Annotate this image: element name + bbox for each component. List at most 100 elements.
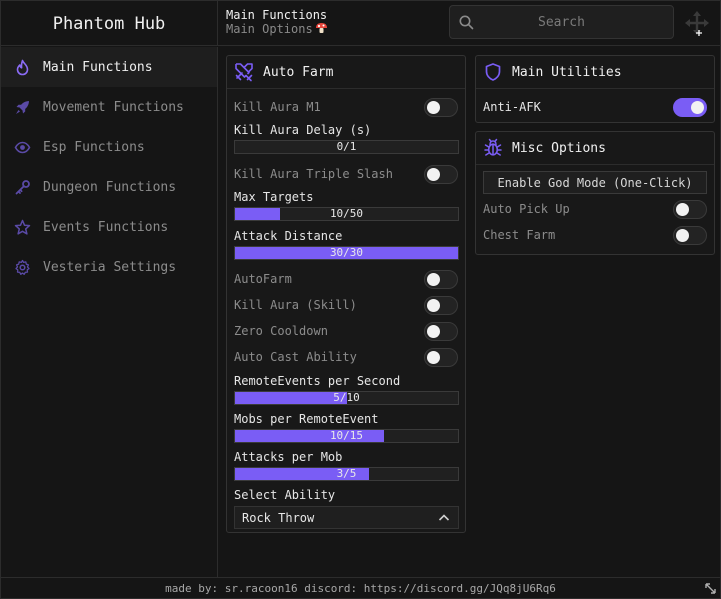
max-targets-label: Max Targets (234, 190, 314, 204)
auto-farm-panel: Auto Farm Kill Aura M1 Kill Aura Delay (… (226, 55, 466, 533)
sidebar-item-esp-functions[interactable]: Esp Functions (1, 127, 217, 167)
slider-value: 10/15 (329, 429, 364, 442)
bug-icon (484, 138, 502, 156)
header: Phantom Hub Main Functions Main Options … (1, 1, 720, 46)
mobs-per-remote-label: Mobs per RemoteEvent (234, 412, 379, 426)
max-targets-slider[interactable]: 10/50 (234, 207, 459, 221)
toggle-knob (427, 168, 440, 181)
toggle-knob (427, 273, 440, 286)
sidebar-item-dungeon-functions[interactable]: Dungeon Functions (1, 167, 217, 207)
kill-aura-skill-toggle[interactable] (424, 296, 458, 315)
main-utilities-panel: Main Utilities Anti-AFK (475, 55, 715, 123)
footer-credit: made by: sr.racoon16 discord: https://di… (165, 581, 556, 595)
remote-events-slider[interactable]: 5/10 (234, 391, 459, 405)
mobs-per-remote-slider[interactable]: 10/15 (234, 429, 459, 443)
attacks-per-mob-label: Attacks per Mob (234, 450, 343, 464)
chest-farm-label: Chest Farm (483, 228, 556, 242)
sidebar-item-label: Events Functions (43, 219, 169, 235)
triple-slash-label: Kill Aura Triple Slash (234, 167, 393, 181)
toggle-knob (427, 325, 440, 338)
anti-afk-toggle[interactable] (673, 98, 707, 117)
app-window: Phantom Hub Main Functions Main Options … (0, 0, 721, 599)
zero-cooldown-toggle[interactable] (424, 322, 458, 341)
sidebar: Main Functions Movement Functions Esp Fu… (1, 47, 218, 577)
chest-farm-toggle[interactable] (673, 226, 707, 245)
auto-pick-up-label: Auto Pick Up (483, 202, 570, 216)
auto-cast-row: Auto Cast Ability (227, 344, 465, 370)
footer: made by: sr.racoon16 discord: https://di… (1, 577, 720, 598)
toggle-knob (676, 203, 689, 216)
kill-aura-m1-row: Kill Aura M1 (227, 94, 465, 120)
slider-value: 3/5 (336, 467, 357, 480)
auto-cast-label: Auto Cast Ability (234, 350, 357, 364)
slider-value: 30/30 (329, 246, 364, 259)
toggle-knob (427, 101, 440, 114)
toggle-knob (427, 299, 440, 312)
ability-select-value: Rock Throw (242, 510, 315, 525)
sidebar-item-main-functions[interactable]: Main Functions (1, 47, 217, 87)
crossed-swords-icon (235, 63, 253, 82)
star-icon (14, 219, 31, 235)
god-mode-button[interactable]: Enable God Mode (One-Click) (483, 171, 707, 194)
autofarm-toggle[interactable] (424, 270, 458, 289)
mushroom-icon (315, 23, 327, 33)
rocket-icon (16, 100, 29, 114)
search-box[interactable]: Search (449, 5, 674, 39)
toggle-knob (427, 351, 440, 364)
slider-value: 0/1 (336, 140, 357, 153)
toggle-knob (691, 101, 704, 114)
breadcrumb-title: Main Functions (226, 8, 328, 22)
anti-afk-label: Anti-AFK (483, 100, 541, 114)
misc-options-header: Misc Options (476, 132, 714, 165)
auto-pick-up-toggle[interactable] (673, 200, 707, 219)
kill-aura-skill-row: Kill Aura (Skill) (227, 292, 465, 318)
auto-farm-title: Auto Farm (263, 64, 334, 80)
main-utilities-header: Main Utilities (476, 56, 714, 89)
search-icon (459, 15, 474, 30)
chest-farm-row: Chest Farm (476, 222, 714, 248)
auto-pick-up-row: Auto Pick Up (476, 196, 714, 222)
shield-icon (485, 63, 501, 81)
triple-slash-toggle[interactable] (424, 165, 458, 184)
misc-options-panel: Misc Options Enable God Mode (One-Click)… (475, 131, 715, 255)
sidebar-item-events-functions[interactable]: Events Functions (1, 207, 217, 247)
remote-events-label: RemoteEvents per Second (234, 374, 401, 388)
slider-value: 10/50 (329, 207, 364, 220)
zero-cooldown-label: Zero Cooldown (234, 324, 328, 338)
sidebar-item-vesteria-settings[interactable]: Vesteria Settings (1, 247, 217, 287)
kill-aura-m1-label: Kill Aura M1 (234, 100, 321, 114)
resize-icon[interactable] (704, 582, 717, 595)
autofarm-label: AutoFarm (234, 272, 292, 286)
ability-select[interactable]: Rock Throw (234, 506, 459, 529)
anti-afk-row: Anti-AFK (476, 94, 714, 120)
autofarm-row: AutoFarm (227, 266, 465, 292)
kill-aura-m1-toggle[interactable] (424, 98, 458, 117)
toggle-knob (676, 229, 689, 242)
main-utilities-title: Main Utilities (512, 64, 622, 80)
search-input[interactable]: Search (538, 15, 585, 30)
sidebar-item-label: Esp Functions (43, 139, 145, 155)
breadcrumb-subtitle-text: Main Options (226, 22, 313, 36)
attacks-per-mob-slider[interactable]: 3/5 (234, 467, 459, 481)
kill-aura-delay-slider[interactable]: 0/1 (234, 140, 459, 154)
app-title: Phantom Hub (1, 1, 218, 46)
select-ability-label: Select Ability (234, 488, 336, 502)
key-icon (15, 179, 30, 194)
sidebar-item-label: Movement Functions (43, 99, 184, 115)
misc-options-title: Misc Options (512, 140, 606, 156)
attack-distance-label: Attack Distance (234, 229, 343, 243)
auto-farm-header: Auto Farm (227, 56, 465, 89)
eye-icon (14, 141, 31, 153)
auto-cast-toggle[interactable] (424, 348, 458, 367)
attack-distance-slider[interactable]: 30/30 (234, 246, 459, 260)
gear-icon (15, 259, 30, 275)
move-icon[interactable] (683, 9, 711, 37)
kill-aura-delay-label: Kill Aura Delay (s) (234, 123, 372, 137)
breadcrumb: Main Functions Main Options (226, 8, 328, 36)
chevron-up-icon (438, 514, 450, 521)
sidebar-item-movement-functions[interactable]: Movement Functions (1, 87, 217, 127)
breadcrumb-subtitle: Main Options (226, 22, 328, 36)
triple-slash-row: Kill Aura Triple Slash (227, 161, 465, 187)
sidebar-item-label: Main Functions (43, 59, 153, 75)
slider-value: 5/10 (333, 391, 360, 404)
